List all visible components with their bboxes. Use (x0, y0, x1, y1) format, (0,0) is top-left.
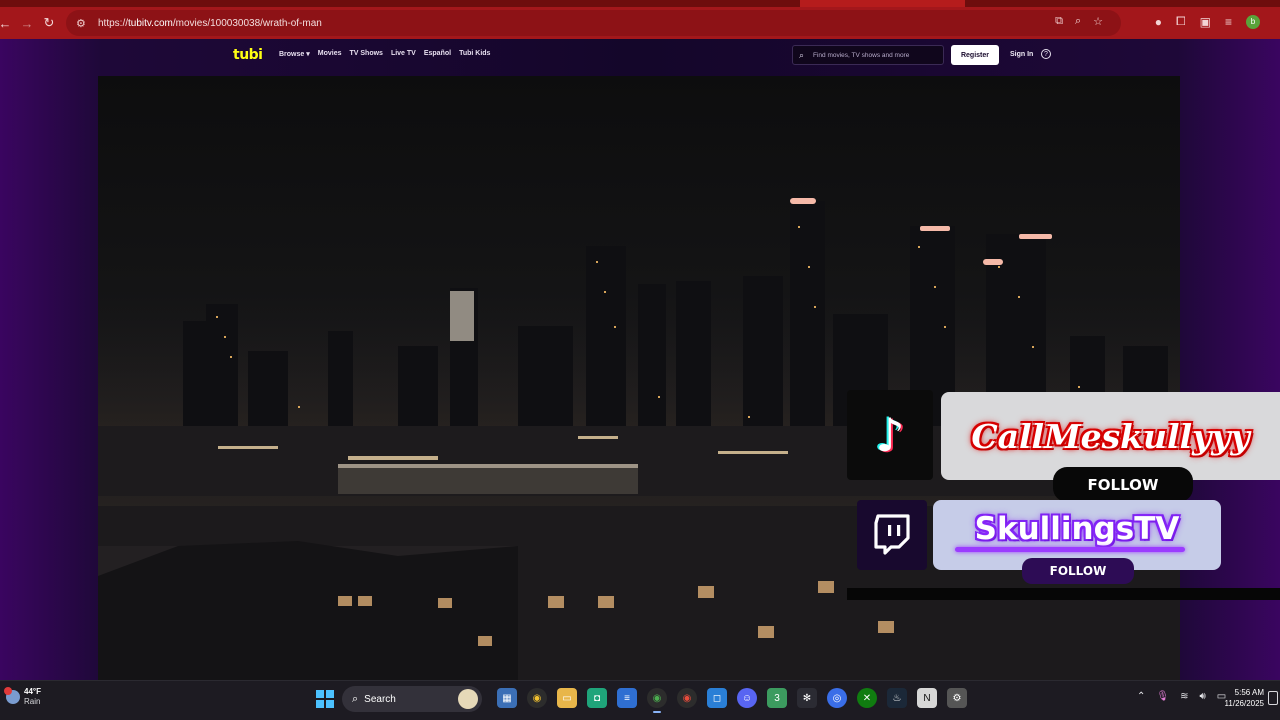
app-circle-icon[interactable]: ◎ (827, 688, 847, 708)
twitch-icon (874, 514, 910, 555)
steam-icon[interactable]: ♨ (887, 688, 907, 708)
address-bar[interactable]: ⚙ https://tubitv.com/movies/100030038/wr… (66, 10, 1121, 36)
tiktok-follow-label: FOLLOW (1053, 467, 1193, 502)
app-n-icon[interactable]: N (917, 688, 937, 708)
settings-gear-icon[interactable]: ⚙ (947, 688, 967, 708)
overlay-shadow-bar (847, 588, 1280, 600)
weather-alert-badge (4, 687, 12, 695)
chrome-active-icon[interactable]: ◉ (647, 688, 667, 713)
tubi-logo[interactable]: tubi (233, 47, 263, 63)
active-tab[interactable] (800, 0, 965, 7)
toolbar-right: ● ⧠ ▣ ≡ b (1155, 14, 1260, 29)
register-button[interactable]: Register (951, 45, 999, 65)
widgets-icon[interactable]: ▦ (497, 688, 517, 708)
taskbar-search[interactable]: ⌕ Search (342, 686, 482, 712)
weather-widget[interactable]: 44°F Rain (4, 687, 41, 707)
search-icon: ⌕ (799, 49, 805, 60)
bookmark-star-icon[interactable]: ☆ (1093, 15, 1103, 28)
split-view-icon[interactable]: ▣ (1200, 15, 1211, 29)
discord-icon[interactable]: ☺ (737, 688, 757, 708)
tubi-header: tubi Browse ▾ Movies TV Shows Live TV Es… (0, 39, 1280, 73)
tab-strip (0, 0, 1280, 7)
wifi-icon[interactable]: ≋ (1180, 691, 1188, 702)
windows-logo-tile (316, 700, 324, 708)
search-highlight-icon (458, 689, 478, 709)
browser-toolbar: ← → ↻ ⚙ https://tubitv.com/movies/100030… (0, 7, 1280, 39)
notification-icon[interactable] (1268, 691, 1278, 705)
weather-temperature: 44°F (24, 687, 41, 696)
url-host: tubitv.com (128, 17, 173, 29)
taskbar-search-label: Search (364, 693, 396, 705)
forward-icon[interactable]: → (16, 12, 38, 34)
chevron-up-icon[interactable]: ⌃ (1137, 691, 1145, 702)
app-spark-icon[interactable]: ✻ (797, 688, 817, 708)
system-tray: ⌃ 🎙︎ ≋ 🔊︎ ▭ (1137, 691, 1226, 702)
volume-icon[interactable]: 🔊︎ (1199, 691, 1205, 702)
tiktok-icon: ♪ (875, 408, 905, 462)
windows-taskbar: 44°F Rain ⌕ Search ▦ ◉ ▭ ◘ ≡ ◉ ◉ ◻ ☺ 3 ✻… (0, 680, 1280, 720)
tubi-search-box[interactable]: ⌕ (792, 45, 944, 65)
start-button[interactable] (316, 690, 334, 708)
back-icon[interactable]: ← (0, 12, 16, 34)
zoom-icon[interactable]: ⌕ (1075, 15, 1081, 28)
sign-in-link[interactable]: Sign In (1010, 51, 1033, 58)
nav-movies[interactable]: Movies (318, 50, 342, 58)
file-explorer-icon[interactable]: ▭ (557, 688, 577, 708)
weather-condition: Rain (24, 697, 41, 706)
twitch-logo-panel (857, 500, 927, 570)
site-settings-icon[interactable]: ⚙ (76, 17, 94, 30)
nav-espanol[interactable]: Español (424, 50, 451, 58)
reload-icon[interactable]: ↻ (38, 12, 60, 34)
windows-logo-tile (326, 690, 334, 698)
search-icon: ⌕ (352, 692, 359, 705)
clock-time: 5:56 AM (1234, 688, 1264, 697)
tubi-nav-links: Browse ▾ Movies TV Shows Live TV Español… (279, 50, 490, 58)
twitch-username: SkullingsTV (974, 511, 1180, 547)
app-blue-icon[interactable]: ◻ (707, 688, 727, 708)
nav-browse[interactable]: Browse ▾ (279, 50, 310, 58)
nav-tubi-kids[interactable]: Tubi Kids (459, 50, 490, 58)
chrome-profile-icon[interactable]: ◉ (677, 688, 697, 708)
nav-tv-shows[interactable]: TV Shows (349, 50, 382, 58)
clock-date: 11/26/2025 (1224, 699, 1264, 708)
windows-logo-icon (316, 690, 324, 698)
nav-live-tv[interactable]: Live TV (391, 50, 416, 58)
app-teal-icon[interactable]: 3 (767, 688, 787, 708)
rain-cloud-icon (4, 687, 20, 704)
url-path: /movies/100030038/wrath-of-man (172, 17, 322, 29)
app-green-icon[interactable]: ◘ (587, 688, 607, 708)
tubi-search-input[interactable] (813, 51, 933, 59)
extensions-puzzle-icon[interactable]: ⧠ (1176, 14, 1186, 29)
media-control-icon[interactable]: ≡ (1225, 15, 1232, 29)
notepad-icon[interactable]: ≡ (617, 688, 637, 708)
clock[interactable]: 5:56 AM 11/26/2025 (1222, 687, 1264, 709)
help-icon[interactable]: ? (1041, 49, 1051, 59)
twitch-name-underline (955, 547, 1185, 552)
taskbar-apps: ▦ ◉ ▭ ◘ ≡ ◉ ◉ ◻ ☺ 3 ✻ ◎ ✕ ♨ N ⚙ (497, 688, 967, 713)
xbox-icon[interactable]: ✕ (857, 688, 877, 708)
tiktok-logo-panel: ♪ (847, 390, 933, 480)
chrome-icon[interactable]: ◉ (527, 688, 547, 708)
windows-logo-tile (326, 700, 334, 708)
install-app-icon[interactable]: ⧉ (1055, 15, 1063, 28)
url-prefix: https:// (98, 17, 129, 29)
twitch-follow-label: FOLLOW (1022, 558, 1134, 584)
address-bar-actions: ⧉ ⌕ ☆ (1055, 15, 1103, 28)
tiktok-username: CallMeskullyyy (971, 416, 1250, 456)
url-text: https://tubitv.com/movies/100030038/wrat… (98, 18, 322, 29)
profile-avatar-icon[interactable]: b (1246, 14, 1260, 29)
microphone-icon[interactable]: 🎙︎ (1156, 691, 1169, 702)
extension-icon[interactable]: ● (1155, 15, 1162, 29)
